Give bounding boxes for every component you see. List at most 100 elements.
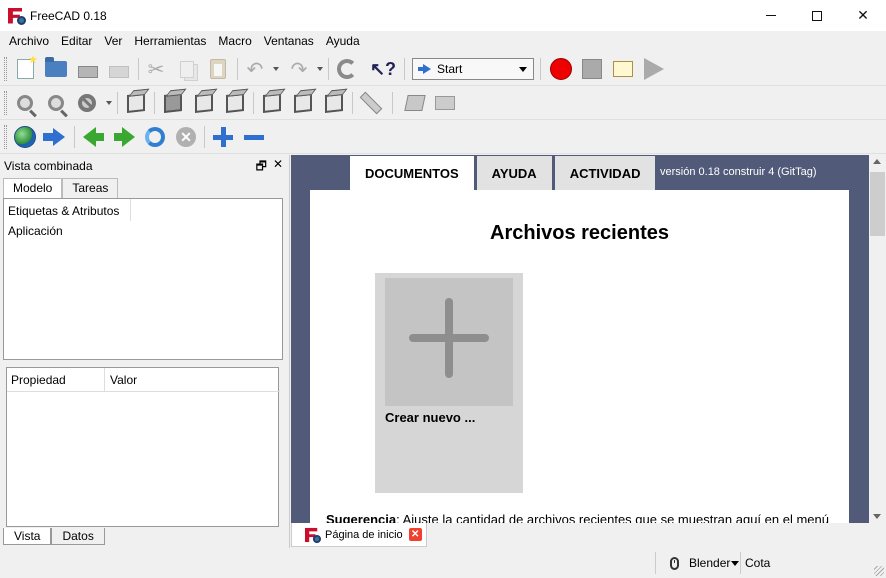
scissors-icon: ✂ xyxy=(147,58,165,81)
scroll-down-icon[interactable] xyxy=(873,514,881,519)
undo-dropdown-icon[interactable] xyxy=(273,67,279,71)
title-bar: FreeCAD 0.18 ✕ xyxy=(0,0,886,31)
menu-ventanas[interactable]: Ventanas xyxy=(258,31,320,52)
undock-icon[interactable]: 🗗 xyxy=(256,157,267,178)
redo-dropdown-icon[interactable] xyxy=(317,67,323,71)
create-group-button[interactable] xyxy=(432,90,458,116)
macro-record-button[interactable] xyxy=(548,56,574,82)
tab-vista[interactable]: Vista xyxy=(3,528,52,545)
whats-this-button[interactable]: ↖? xyxy=(370,56,396,82)
create-part-button[interactable] xyxy=(402,90,428,116)
cut-button[interactable]: ✂ xyxy=(143,56,169,82)
tab-datos[interactable]: Datos xyxy=(51,528,105,545)
rear-view-icon xyxy=(263,93,281,113)
create-new-card[interactable]: Crear nuevo ... xyxy=(375,273,523,493)
open-button[interactable] xyxy=(43,56,69,82)
scroll-up-icon[interactable] xyxy=(873,159,881,164)
macro-stop-button[interactable] xyxy=(579,56,605,82)
go-to-url-button[interactable] xyxy=(43,124,69,150)
close-button[interactable]: ✕ xyxy=(840,0,886,31)
stop-loading-button[interactable]: ✕ xyxy=(173,124,199,150)
part-icon xyxy=(404,95,426,111)
toolbar-separator xyxy=(392,92,393,114)
navigation-style-selector[interactable]: Blender xyxy=(670,556,740,570)
menu-ayuda[interactable]: Ayuda xyxy=(320,31,366,52)
tab-actividad[interactable]: ACTIVIDAD xyxy=(554,156,656,190)
menu-editar[interactable]: Editar xyxy=(55,31,98,52)
measure-distance-button[interactable] xyxy=(358,90,384,116)
fit-selection-button[interactable] xyxy=(43,90,69,116)
menu-macro[interactable]: Macro xyxy=(212,31,257,52)
freecad-logo-icon xyxy=(304,527,321,543)
zoom-in-button[interactable] xyxy=(210,124,236,150)
paste-button[interactable] xyxy=(205,56,231,82)
open-website-button[interactable] xyxy=(12,124,38,150)
paste-icon xyxy=(210,59,226,79)
tab-tareas[interactable]: Tareas xyxy=(62,178,119,198)
view-isometric-button[interactable] xyxy=(123,90,149,116)
view-right-button[interactable] xyxy=(222,90,248,116)
front-view-icon xyxy=(164,93,182,113)
property-view[interactable]: Propiedad Valor xyxy=(6,367,280,527)
reload-button[interactable] xyxy=(142,124,168,150)
window-controls: ✕ xyxy=(748,0,886,31)
document-tab-start-page[interactable]: Página de inicio ✕ xyxy=(291,523,427,547)
vertical-scrollbar[interactable] xyxy=(869,155,886,523)
draw-style-button[interactable] xyxy=(74,90,100,116)
tree-item-application[interactable]: Aplicación xyxy=(8,224,63,238)
tree-view[interactable]: Etiquetas & Atributos Aplicación xyxy=(3,198,283,360)
panel-close-icon[interactable]: ✕ xyxy=(273,157,283,178)
maximize-icon xyxy=(812,10,822,21)
menu-archivo[interactable]: Archivo xyxy=(3,31,55,52)
workbench-selector[interactable]: Start xyxy=(412,58,534,80)
tab-modelo[interactable]: Modelo xyxy=(3,178,63,199)
property-header-name[interactable]: Propiedad xyxy=(7,368,105,392)
forward-button[interactable] xyxy=(111,124,137,150)
minimize-button[interactable] xyxy=(748,0,794,31)
save-as-button[interactable] xyxy=(106,56,132,82)
toolbar-handle[interactable] xyxy=(4,91,7,115)
view-left-button[interactable] xyxy=(321,90,347,116)
macro-run-button[interactable] xyxy=(641,56,667,82)
tab-ayuda[interactable]: AYUDA xyxy=(476,156,552,190)
view-rear-button[interactable] xyxy=(259,90,285,116)
ruler-icon xyxy=(359,91,383,115)
menu-bar: Archivo Editar Ver Herramientas Macro Ve… xyxy=(0,31,886,52)
toolbar-separator xyxy=(352,92,353,114)
toolbar-handle[interactable] xyxy=(4,57,7,81)
refresh-button[interactable] xyxy=(334,56,360,82)
macro-edit-button[interactable] xyxy=(610,56,636,82)
draw-style-dropdown-icon[interactable] xyxy=(106,101,112,105)
scroll-thumb[interactable] xyxy=(870,172,885,236)
copy-button[interactable] xyxy=(174,56,200,82)
fit-all-button[interactable] xyxy=(12,90,38,116)
toolbar-separator xyxy=(404,58,405,80)
undo-button[interactable]: ↶ xyxy=(242,56,268,82)
menu-ver[interactable]: Ver xyxy=(98,31,128,52)
toolbar-handle[interactable] xyxy=(4,125,7,149)
tree-header-labels[interactable]: Etiquetas & Atributos xyxy=(4,199,131,221)
play-icon xyxy=(644,58,664,80)
new-button[interactable] xyxy=(12,56,38,82)
start-workbench-icon xyxy=(418,64,431,74)
redo-button[interactable]: ↷ xyxy=(286,56,312,82)
status-separator xyxy=(655,552,656,574)
save-button[interactable] xyxy=(75,56,101,82)
view-top-button[interactable] xyxy=(191,90,217,116)
hint-bold: Sugerencia xyxy=(326,512,397,523)
maximize-button[interactable] xyxy=(794,0,840,31)
resize-grip[interactable] xyxy=(874,566,884,576)
workbench-selected-label: Start xyxy=(437,62,463,76)
view-bottom-button[interactable] xyxy=(290,90,316,116)
tab-documentos[interactable]: DOCUMENTOS xyxy=(350,156,474,190)
view-front-button[interactable] xyxy=(160,90,186,116)
combo-view-title: Vista combinada xyxy=(4,159,93,173)
status-bar: Blender Cota xyxy=(0,548,886,578)
tab-close-icon[interactable]: ✕ xyxy=(408,528,422,541)
zoom-out-button[interactable] xyxy=(241,124,267,150)
back-button[interactable] xyxy=(80,124,106,150)
menu-herramientas[interactable]: Herramientas xyxy=(128,31,212,52)
property-header-value[interactable]: Valor xyxy=(105,368,280,392)
minimize-icon xyxy=(766,15,776,16)
forward-arrow-icon xyxy=(113,127,135,147)
